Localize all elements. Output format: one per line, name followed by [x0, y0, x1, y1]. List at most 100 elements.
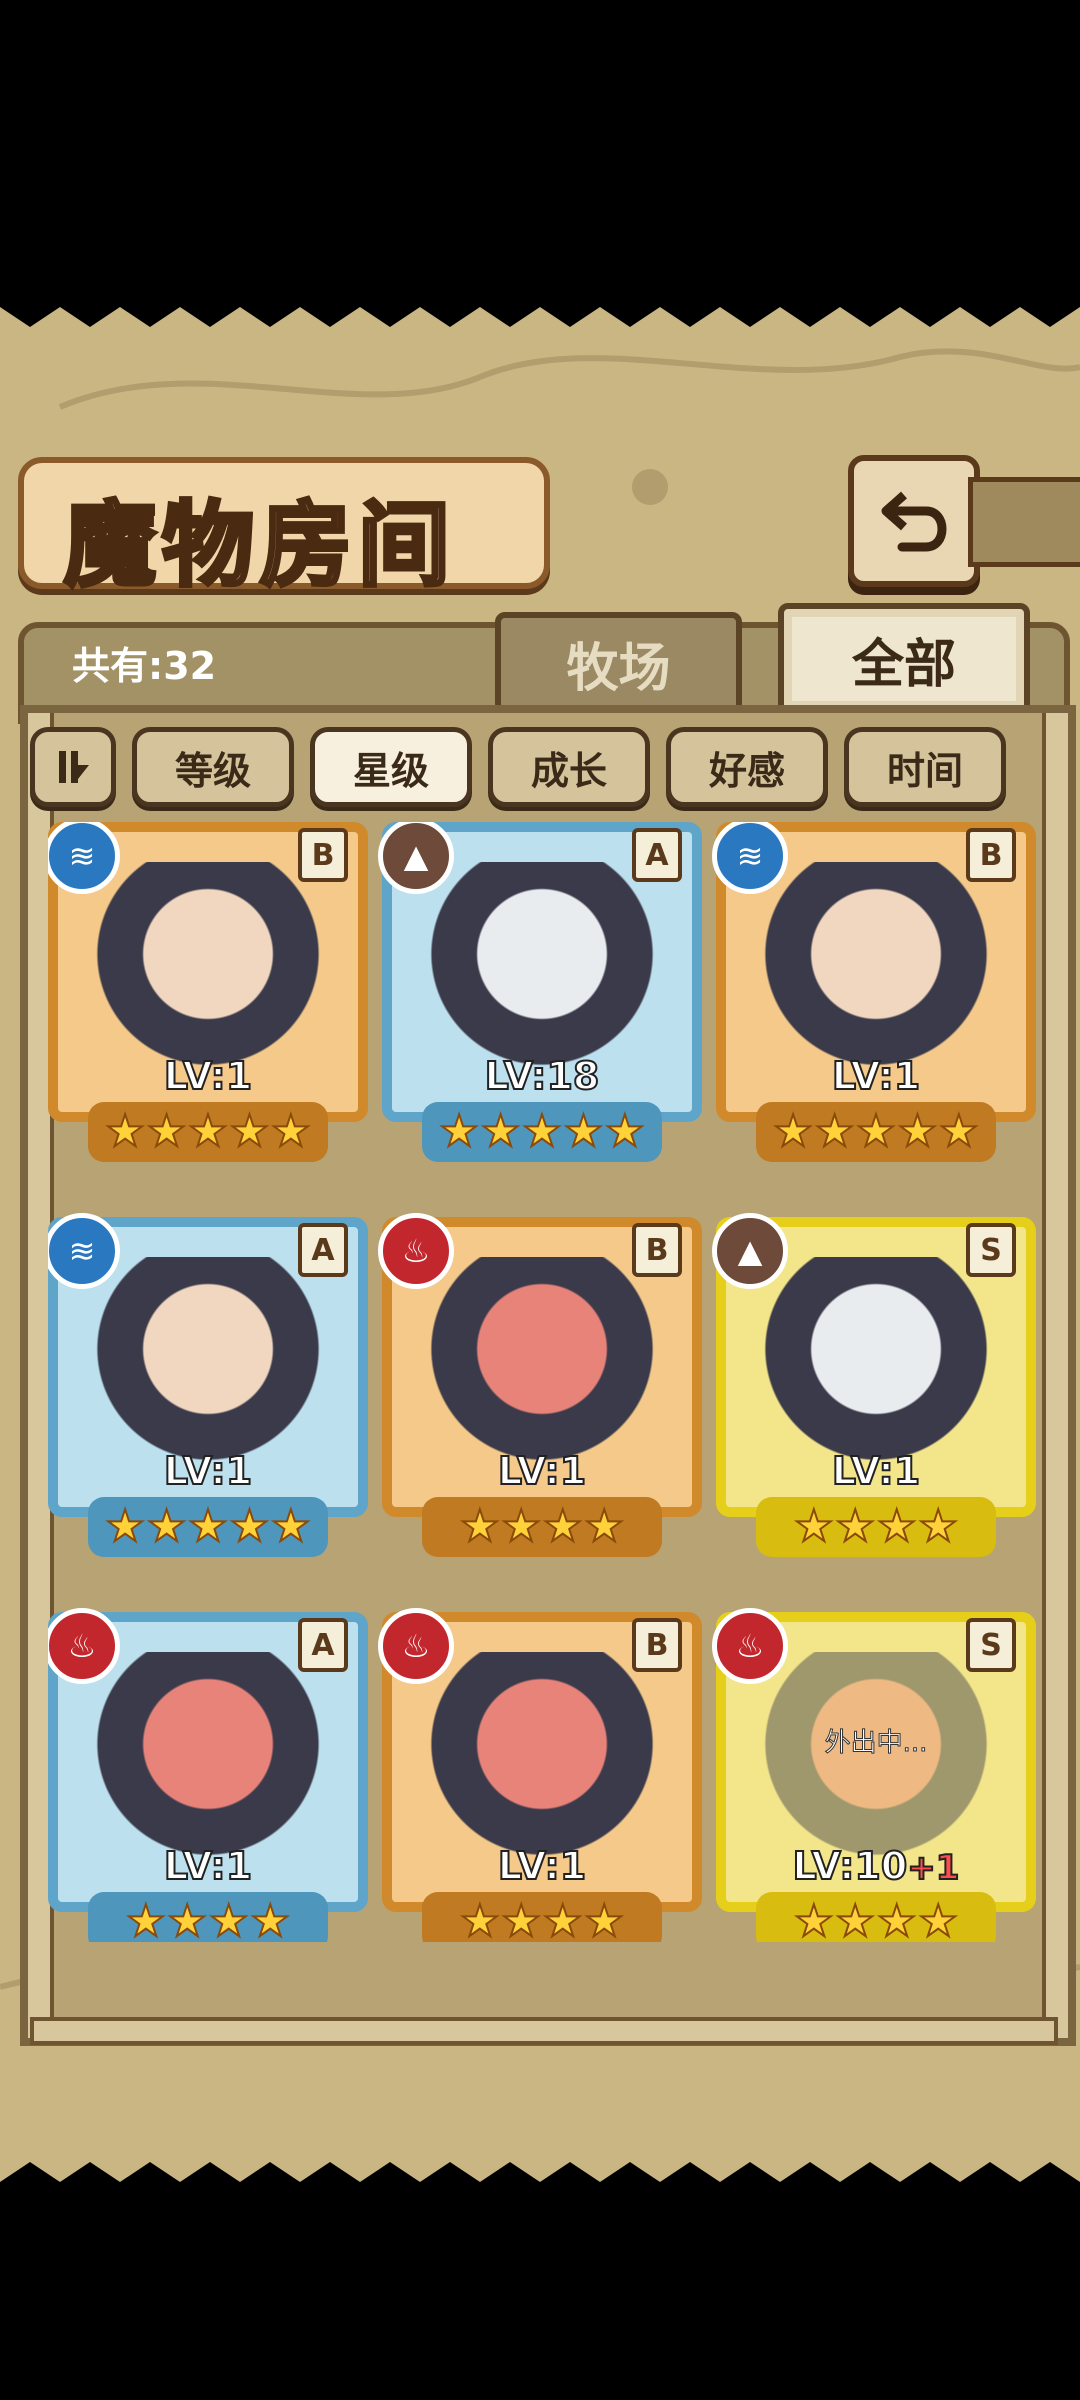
star-icon: ★ [835, 1896, 876, 1943]
back-arrow-icon [881, 491, 947, 552]
fire-element-icon: ♨ [712, 1608, 788, 1684]
star-icon: ★ [521, 1106, 562, 1157]
monster-card[interactable]: ≋ A LV:1 ★ ★ ★ ★ ★ [48, 1213, 368, 1577]
star-icon: ★ [793, 1896, 834, 1943]
sort-star-button[interactable]: 星级 [310, 727, 472, 807]
rank-badge: A [298, 1223, 348, 1277]
tab-all-label: 全部 [851, 634, 956, 695]
star-icon: ★ [480, 1106, 521, 1157]
star-icon: ★ [270, 1501, 311, 1552]
star-rating: ★ ★ ★ ★ [422, 1497, 662, 1557]
level-value: LV:1 [831, 1053, 921, 1099]
level-value: LV:1 [163, 1843, 253, 1889]
star-icon: ★ [146, 1501, 187, 1552]
bottom-zigzag-border [0, 2162, 1080, 2202]
sort-growth-button[interactable]: 成长 [488, 727, 650, 807]
star-icon: ★ [897, 1106, 938, 1157]
star-icon: ★ [229, 1106, 270, 1157]
monster-grid: ≋ B LV:1 ★ ★ ★ ★ ★ ▲ A LV:18 ★ ★ ★ ★ ★ ≋ B LV:1 ★ ★ ★ ★ ★ ≋ A LV:1… [48, 822, 1038, 1942]
sort-order-button[interactable] [30, 727, 116, 807]
monster-card[interactable]: ♨ B LV:1 ★ ★ ★ ★ [378, 1213, 702, 1577]
star-icon: ★ [814, 1106, 855, 1157]
star-rating: ★ ★ ★ ★ ★ [756, 1102, 996, 1162]
level-label: LV:1 [382, 1448, 702, 1494]
level-label: LV:1 [382, 1843, 702, 1889]
star-icon: ★ [917, 1501, 958, 1552]
fire-element-icon: ♨ [378, 1213, 454, 1289]
star-icon: ★ [793, 1501, 834, 1552]
star-icon: ★ [772, 1106, 813, 1157]
star-icon: ★ [583, 1501, 624, 1552]
star-icon: ★ [208, 1896, 249, 1943]
back-button-rail [968, 477, 1080, 567]
monster-card[interactable]: ≋ B LV:1 ★ ★ ★ ★ ★ [48, 822, 368, 1182]
monster-card[interactable]: ♨ A LV:1 ★ ★ ★ ★ [48, 1608, 368, 1943]
level-value: LV:18 [484, 1053, 601, 1099]
tab-ranch[interactable]: 牧场 [495, 612, 742, 714]
sort-affection-label: 好感 [708, 748, 785, 793]
star-rating: ★ ★ ★ ★ [756, 1892, 996, 1942]
rank-badge: A [298, 1618, 348, 1672]
star-icon: ★ [876, 1896, 917, 1943]
monster-card[interactable]: ♨ B LV:1 ★ ★ ★ ★ [378, 1608, 702, 1942]
star-icon: ★ [249, 1896, 290, 1943]
monster-card[interactable]: ▲ A LV:18 ★ ★ ★ ★ ★ [378, 822, 702, 1182]
star-icon: ★ [104, 1106, 145, 1157]
star-icon: ★ [876, 1501, 917, 1552]
level-bonus: +1 [906, 1847, 960, 1889]
star-icon: ★ [501, 1501, 542, 1552]
monster-card[interactable]: ♨ S 外出中... LV:10+1 ★ ★ ★ ★ [712, 1608, 1036, 1942]
title-plate: 魔物房间 [18, 457, 550, 601]
star-icon: ★ [542, 1501, 583, 1552]
level-label: LV:1 [716, 1448, 1036, 1494]
star-icon: ★ [604, 1106, 645, 1157]
tab-all[interactable]: 全部 [778, 603, 1030, 715]
rank-badge: S [966, 1618, 1016, 1672]
star-icon: ★ [583, 1896, 624, 1943]
sort-order-icon [59, 751, 89, 783]
rank-badge: A [632, 828, 682, 882]
level-value: LV:10 [792, 1843, 909, 1889]
level-value: LV:1 [831, 1448, 921, 1494]
rank-badge: B [966, 828, 1016, 882]
star-icon: ★ [938, 1106, 979, 1157]
rank-badge: B [632, 1618, 682, 1672]
star-icon: ★ [146, 1106, 187, 1157]
level-label: LV:1 [48, 1843, 368, 1889]
level-label: LV:1 [48, 1053, 368, 1099]
sort-time-button[interactable]: 时间 [844, 727, 1006, 807]
star-rating: ★ ★ ★ ★ [422, 1892, 662, 1942]
star-icon: ★ [855, 1106, 896, 1157]
star-icon: ★ [835, 1501, 876, 1552]
sort-star-label: 星级 [352, 748, 429, 793]
star-icon: ★ [459, 1501, 500, 1552]
level-label: LV:10+1 [716, 1843, 1036, 1889]
level-value: LV:1 [163, 1053, 253, 1099]
away-status: 外出中... [824, 1728, 928, 1759]
bottom-rail [30, 2017, 1058, 2045]
star-icon: ★ [167, 1896, 208, 1943]
back-button[interactable] [848, 455, 980, 587]
star-icon: ★ [104, 1501, 145, 1552]
page-title: 魔物房间 [62, 489, 457, 601]
level-value: LV:1 [497, 1843, 587, 1889]
star-rating: ★ ★ ★ ★ ★ [422, 1102, 662, 1162]
star-icon: ★ [187, 1501, 228, 1552]
monster-card[interactable]: ▲ S LV:1 ★ ★ ★ ★ [712, 1213, 1036, 1577]
fire-element-icon: ♨ [378, 1608, 454, 1684]
sort-affection-button[interactable]: 好感 [666, 727, 828, 807]
level-label: LV:1 [716, 1053, 1036, 1099]
sort-level-button[interactable]: 等级 [132, 727, 294, 807]
star-icon: ★ [270, 1106, 311, 1157]
rank-badge: B [298, 828, 348, 882]
star-icon: ★ [459, 1896, 500, 1943]
level-label: LV:18 [382, 1053, 702, 1099]
tab-ranch-label: 牧场 [566, 638, 671, 699]
earth-element-icon: ▲ [712, 1213, 788, 1289]
monster-card[interactable]: ≋ B LV:1 ★ ★ ★ ★ ★ [712, 822, 1036, 1182]
star-rating: ★ ★ ★ ★ ★ [88, 1497, 328, 1557]
star-icon: ★ [125, 1896, 166, 1943]
monster-count: 共有:32 [72, 644, 217, 688]
star-rating: ★ ★ ★ ★ ★ [88, 1102, 328, 1162]
star-icon: ★ [501, 1896, 542, 1943]
